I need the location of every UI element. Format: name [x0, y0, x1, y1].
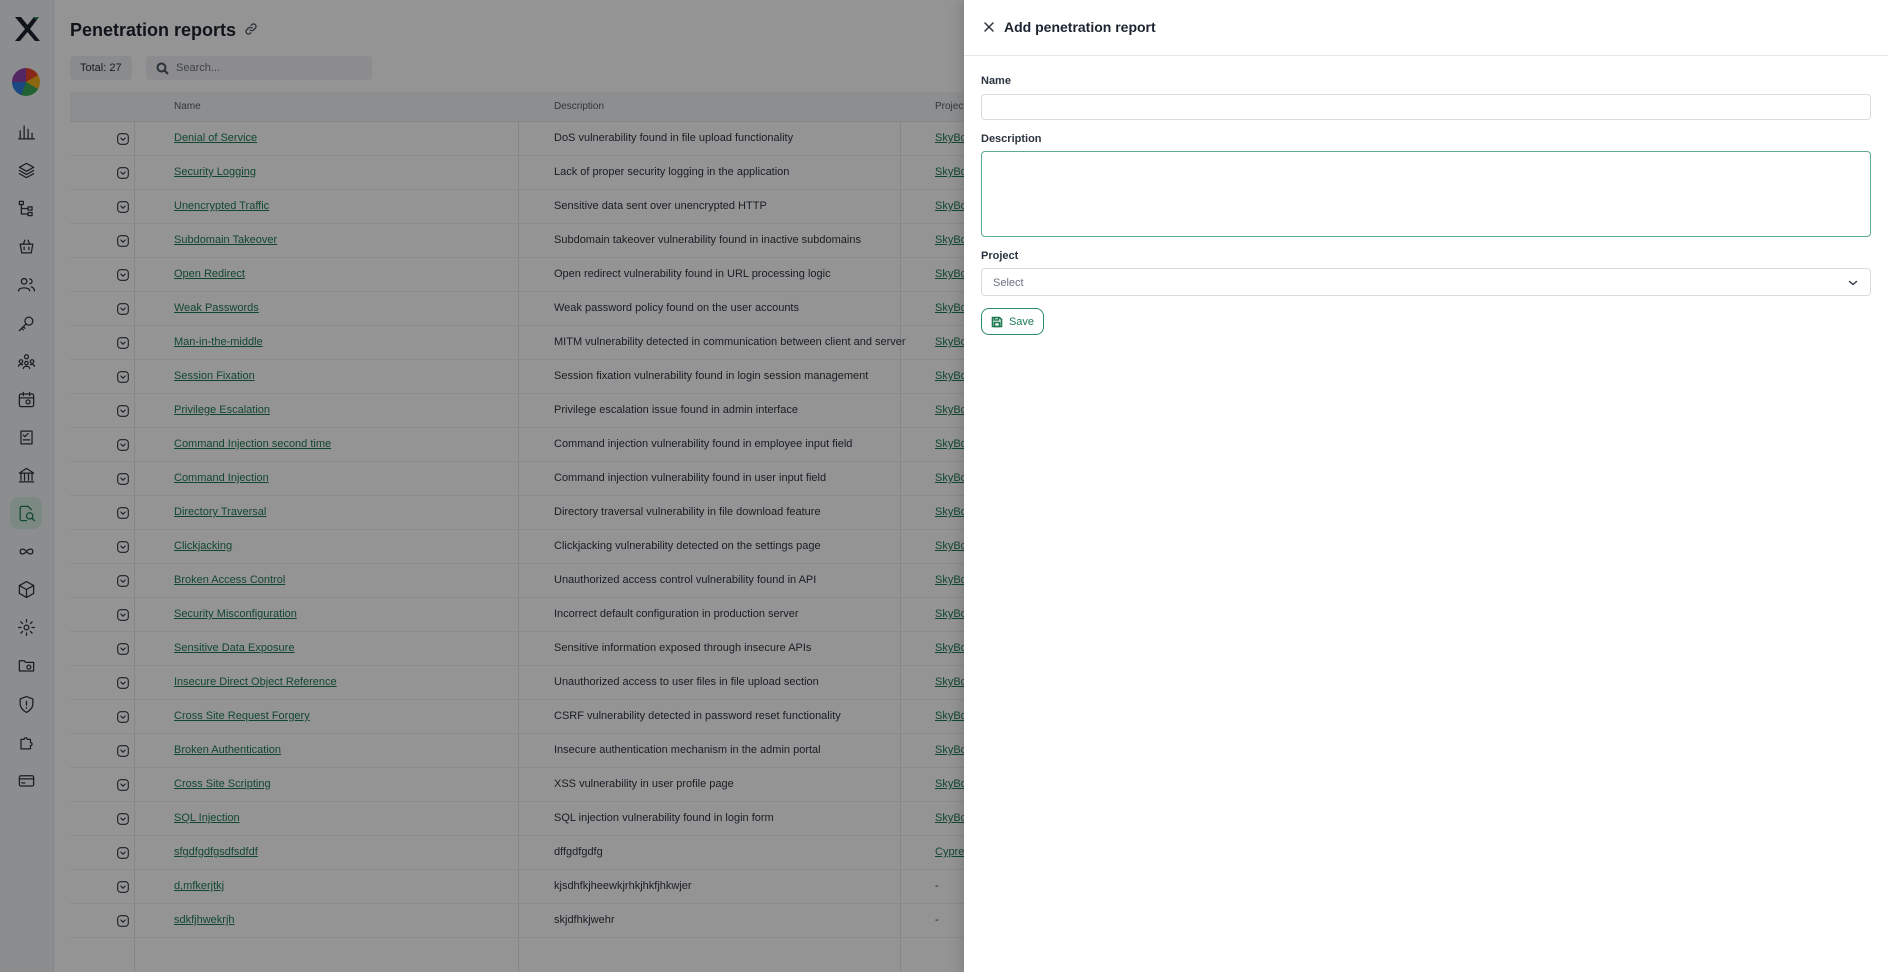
drawer-header: Add penetration report [964, 0, 1888, 56]
name-field[interactable] [981, 94, 1871, 120]
close-icon[interactable] [982, 20, 996, 34]
save-icon [991, 316, 1003, 327]
save-button-label: Save [1008, 315, 1035, 328]
project-select-value: Select [993, 277, 1024, 289]
drawer-title: Add penetration report [1004, 19, 1156, 35]
chevron-down-icon [1848, 280, 1858, 286]
name-label: Name [981, 75, 1011, 87]
description-label: Description [981, 133, 1042, 145]
project-select[interactable]: Select [981, 268, 1871, 296]
add-report-drawer: Add penetration report Name Description … [964, 0, 1888, 972]
description-field[interactable] [981, 151, 1871, 237]
save-button[interactable]: Save [981, 308, 1044, 335]
project-label: Project [981, 250, 1019, 262]
